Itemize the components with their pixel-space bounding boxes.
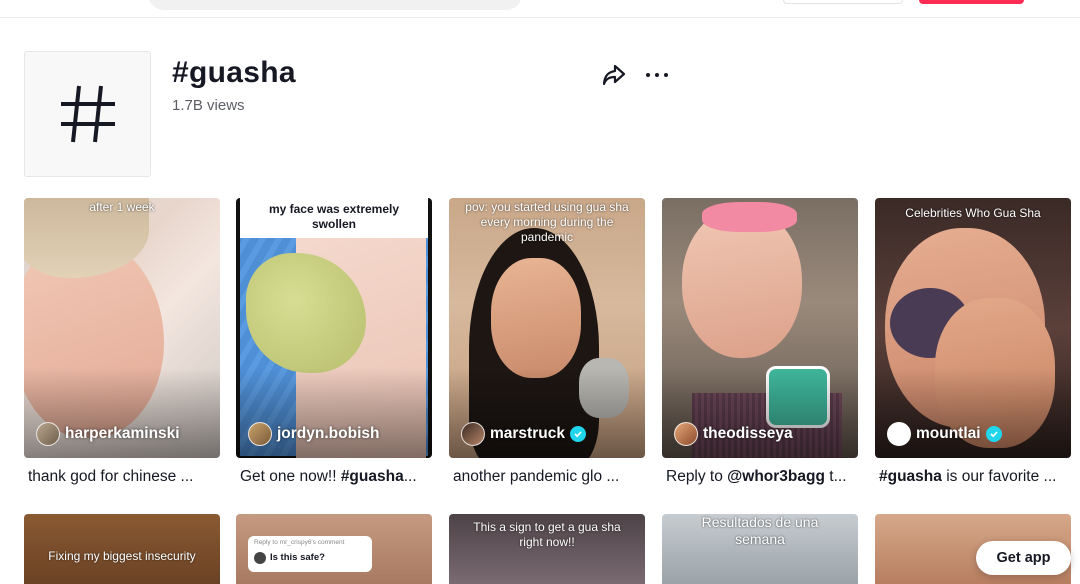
video-thumbnail[interactable]: Celebrities Who Gua Sha mountlai	[875, 198, 1071, 458]
video-author: marstruck	[461, 422, 586, 446]
video-thumbnail[interactable]: Fixing my biggest insecurity	[24, 514, 220, 584]
caption-hashtag[interactable]: #guasha	[879, 468, 942, 485]
video-thumbnail[interactable]: theodisseya	[662, 198, 858, 458]
video-author: theodisseya	[674, 422, 793, 446]
get-app-button[interactable]: Get app	[976, 541, 1071, 575]
video-thumbnail[interactable]: my face was extremely swollen jordyn.bob…	[236, 198, 432, 458]
video-author: jordyn.bobish	[248, 422, 379, 446]
video-overlay-text: Celebrities Who Gua Sha	[905, 206, 1041, 220]
author-name: jordyn.bobish	[277, 425, 380, 442]
video-thumbnail[interactable]: Resultados de una semana	[662, 514, 858, 584]
avatar	[461, 422, 485, 446]
avatar	[254, 552, 266, 564]
video-overlay-text: after 1 week	[89, 200, 155, 214]
avatar	[674, 422, 698, 446]
upload-button[interactable]	[783, 0, 903, 4]
video-caption[interactable]: another pandemic glo ...	[449, 468, 637, 486]
video-thumbnail[interactable]: This a sign to get a gua sha right now!!	[449, 514, 645, 584]
video-overlay-text: my face was extremely swollen	[268, 202, 400, 231]
verified-badge-icon	[569, 426, 586, 442]
video-author: mountlai	[887, 422, 1002, 446]
video-overlay-text: pov: you started using gua sha every mor…	[465, 200, 629, 244]
page-title: #guasha	[172, 56, 296, 89]
video-overlay-text: Resultados de una semana	[701, 514, 819, 547]
caption-text: Get one now!!	[240, 468, 341, 485]
caption-hashtag[interactable]: #guasha	[341, 468, 404, 485]
video-card[interactable]: my face was extremely swollen jordyn.bob…	[236, 198, 432, 486]
comment-reply-label: Reply to mr_crispy6's comment	[254, 539, 345, 546]
search-input[interactable]	[148, 0, 522, 10]
more-options-icon[interactable]	[644, 64, 670, 86]
caption-text: Reply to	[666, 468, 728, 485]
video-card[interactable]: pov: you started using gua sha every mor…	[449, 198, 645, 486]
author-name: marstruck	[490, 425, 565, 442]
caption-mention[interactable]: @whor3bagg	[727, 468, 825, 485]
video-thumbnail[interactable]: pov: you started using gua sha every mor…	[449, 198, 645, 458]
avatar	[36, 422, 60, 446]
comment-bubble: Reply to mr_crispy6's comment Is this sa…	[248, 536, 372, 572]
video-card[interactable]: Celebrities Who Gua Sha mountlai #guasha…	[875, 198, 1071, 486]
verified-badge-icon	[985, 426, 1002, 442]
view-count: 1.7B views	[172, 97, 245, 114]
top-navigation-bar	[0, 0, 1080, 18]
caption-text: is our favorite ...	[941, 468, 1057, 485]
video-overlay-text: This a sign to get a gua sha right now!!	[473, 520, 621, 549]
login-button[interactable]	[919, 0, 1024, 4]
author-name: theodisseya	[703, 425, 793, 442]
hashtag-icon	[60, 85, 115, 143]
video-caption[interactable]: Reply to @whor3bagg t...	[662, 468, 850, 486]
author-name: mountlai	[916, 425, 981, 442]
comment-text: Is this safe?	[270, 552, 325, 563]
video-overlay-text: Fixing my biggest insecurity	[48, 549, 196, 563]
author-name: harperkaminski	[65, 425, 180, 442]
video-thumbnail[interactable]: after 1 week harperkaminski	[24, 198, 220, 458]
video-thumbnail[interactable]: Reply to mr_crispy6's comment Is this sa…	[236, 514, 432, 584]
caption-text: t...	[824, 468, 847, 485]
video-caption[interactable]: thank god for chinese ...	[24, 468, 212, 486]
avatar	[887, 422, 911, 446]
video-author: harperkaminski	[36, 422, 180, 446]
share-icon[interactable]	[601, 62, 627, 88]
video-caption[interactable]: Get one now!! #guasha...	[236, 468, 424, 486]
hashtag-avatar	[24, 51, 151, 177]
video-card[interactable]: after 1 week harperkaminski thank god fo…	[24, 198, 220, 486]
avatar	[248, 422, 272, 446]
caption-text: ...	[403, 468, 417, 485]
video-card[interactable]: theodisseya Reply to @whor3bagg t...	[662, 198, 858, 486]
video-caption[interactable]: #guasha is our favorite ...	[875, 468, 1063, 486]
